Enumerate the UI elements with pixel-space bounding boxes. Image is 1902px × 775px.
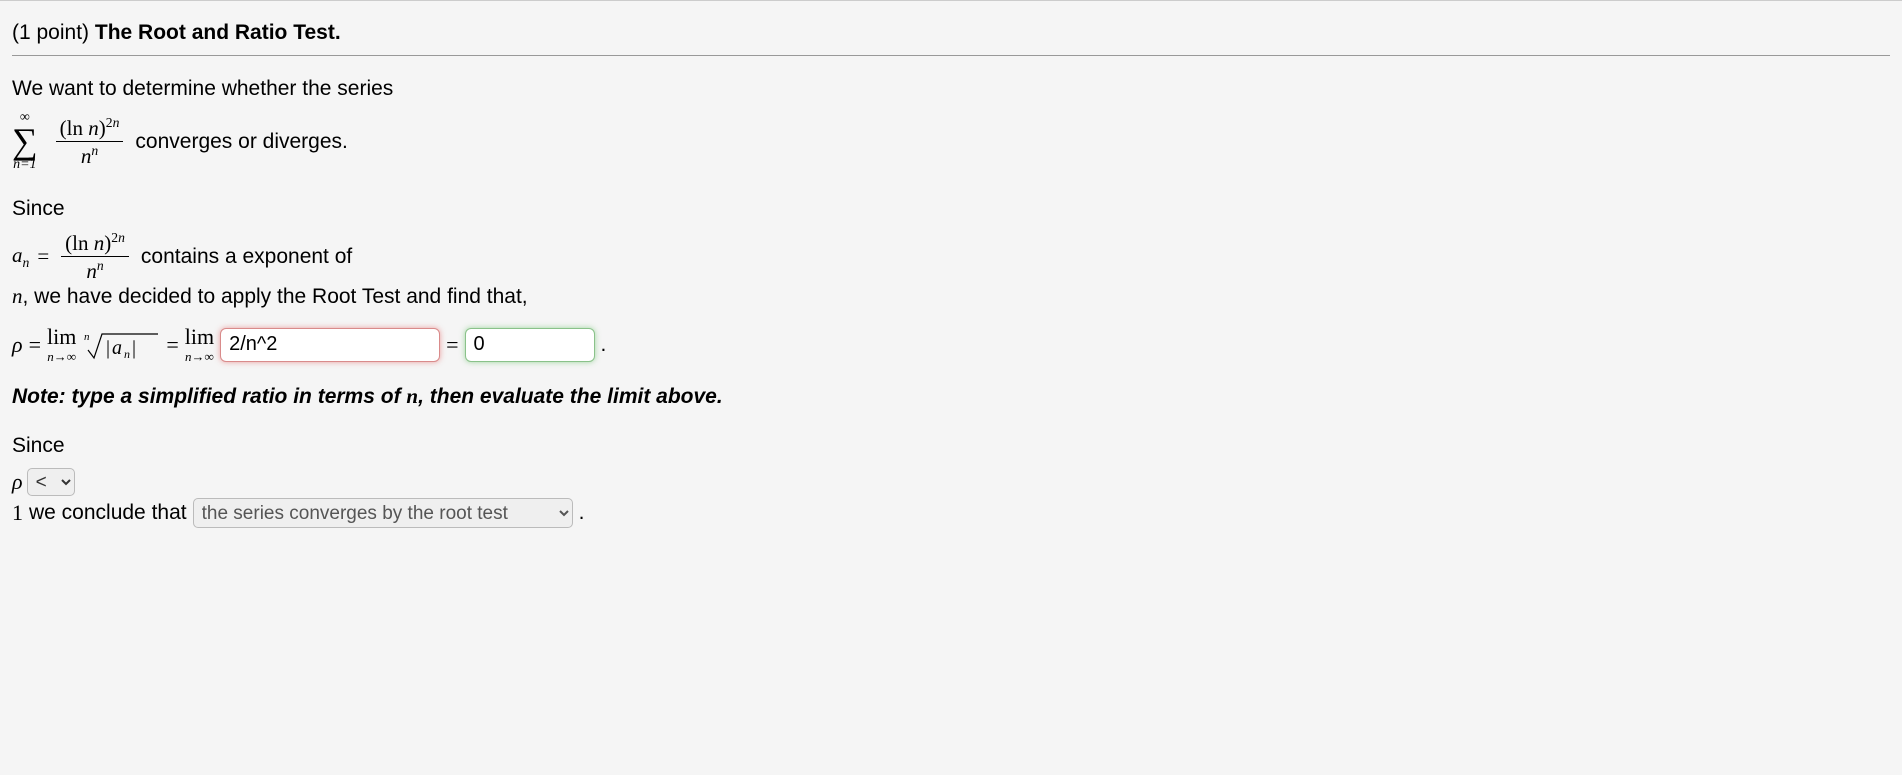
- problem-header: (1 point) The Root and Ratio Test.: [12, 21, 1890, 56]
- svg-text:n: n: [124, 347, 130, 361]
- n-apply-line: n, we have decided to apply the Root Tes…: [12, 282, 1890, 311]
- rho-equation-line: ρ = lim n→∞ n | a n | = lim n→∞ = .: [12, 326, 1890, 364]
- series-fraction: (ln n)2n nn: [56, 116, 124, 167]
- conclusion-row: 1 we conclude that the series converges …: [12, 498, 1890, 528]
- conclude-text: we conclude that: [29, 501, 187, 525]
- svg-text:|: |: [106, 337, 110, 359]
- contains-text: contains a exponent of: [141, 245, 352, 269]
- since-1: Since: [12, 194, 1890, 223]
- comparison-select[interactable]: <: [27, 468, 75, 496]
- series-tail-text: converges or diverges.: [135, 130, 347, 154]
- points-label: (1 point): [12, 21, 89, 44]
- svg-text:n: n: [84, 331, 90, 343]
- lim-2: lim n→∞: [185, 326, 214, 363]
- answer-input-expression[interactable]: [220, 328, 440, 362]
- sigma-symbol: ∞ ∑ n=1: [12, 111, 38, 171]
- a-sub-n: an: [12, 243, 29, 271]
- intro-text: We want to determine whether the series: [12, 74, 1890, 103]
- rho-compare-row: ρ <: [12, 468, 1890, 496]
- conclusion-select[interactable]: the series converges by the root test: [193, 498, 573, 528]
- rho-symbol: ρ: [12, 332, 23, 358]
- lim-1: lim n→∞: [47, 326, 76, 363]
- problem-page: (1 point) The Root and Ratio Test. We wa…: [0, 0, 1902, 548]
- since-2: Since: [12, 431, 1890, 460]
- one-literal: 1: [12, 500, 23, 526]
- problem-title: The Root and Ratio Test.: [95, 21, 341, 44]
- an-line: an = (ln n)2n nn contains a exponent of: [12, 231, 1890, 282]
- rho-symbol-2: ρ: [12, 469, 23, 495]
- svg-text:|: |: [132, 337, 136, 359]
- note-line: Note: type a simplified ratio in terms o…: [12, 382, 1890, 411]
- series-line: ∞ ∑ n=1 (ln n)2n nn converges or diverge…: [12, 111, 1890, 171]
- svg-text:a: a: [112, 337, 122, 359]
- an-fraction: (ln n)2n nn: [61, 231, 129, 282]
- nth-root: n | a n |: [82, 326, 160, 364]
- answer-input-limit-value[interactable]: [465, 328, 595, 362]
